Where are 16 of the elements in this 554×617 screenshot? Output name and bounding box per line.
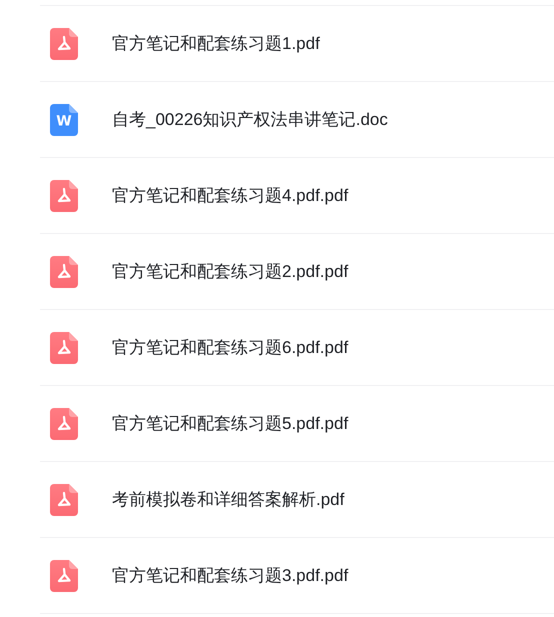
file-name[interactable]: 官方笔记和配套练习题6.pdf.pdf	[112, 336, 348, 359]
pdf-file-icon	[50, 332, 78, 364]
file-name[interactable]: 官方笔记和配套练习题5.pdf.pdf	[112, 412, 348, 435]
pdf-file-icon	[50, 560, 78, 592]
pdf-file-icon	[50, 28, 78, 60]
file-name[interactable]: 官方笔记和配套练习题3.pdf.pdf	[112, 564, 348, 587]
file-name[interactable]: 官方笔记和配套练习题1.pdf	[112, 32, 320, 55]
file-name[interactable]: 官方笔记和配套练习题4.pdf.pdf	[112, 184, 348, 207]
word-file-icon: W	[50, 104, 78, 136]
pdf-file-icon	[50, 408, 78, 440]
pdf-file-icon	[50, 180, 78, 212]
file-name[interactable]: 自考_00226知识产权法串讲笔记.doc	[112, 108, 388, 131]
file-name[interactable]: 考前模拟卷和详细答案解析.pdf	[112, 488, 344, 511]
pdf-file-icon	[50, 484, 78, 516]
file-name[interactable]: 官方笔记和配套练习题2.pdf.pdf	[112, 260, 348, 283]
pdf-file-icon	[50, 256, 78, 288]
